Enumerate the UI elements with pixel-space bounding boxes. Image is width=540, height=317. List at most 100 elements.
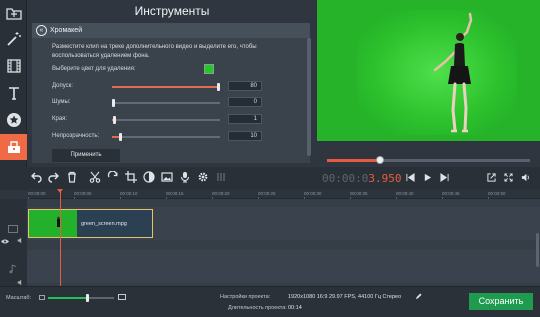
tolerance-value[interactable]: 80: [228, 81, 262, 91]
ruler-time-label: 00:00:25: [258, 191, 276, 196]
noise-slider[interactable]: [111, 99, 220, 107]
opacity-slider-handle[interactable]: [119, 133, 123, 141]
more-tools-button[interactable]: [0, 134, 27, 160]
slideshow-button[interactable]: [160, 170, 174, 184]
tolerance-slider[interactable]: [112, 83, 221, 91]
text-icon: [8, 87, 19, 100]
split-button[interactable]: [88, 170, 102, 184]
noise-label: Шумы:: [52, 99, 71, 105]
tolerance-slider-handle[interactable]: [217, 83, 221, 91]
chroma-key-panel: « Хромакей Разместите клип на треке допо…: [32, 23, 310, 163]
play-icon: [424, 173, 431, 181]
image-icon: [161, 172, 173, 182]
edges-value[interactable]: 1: [228, 114, 262, 124]
key-color-swatch[interactable]: [204, 64, 214, 74]
star-circle-icon: [6, 113, 21, 127]
noise-slider-handle[interactable]: [111, 99, 115, 107]
video-preview[interactable]: [317, 0, 540, 141]
audio-track[interactable]: [27, 250, 540, 283]
noise-value[interactable]: 0: [228, 97, 262, 107]
ruler-time-label: 00:00:45: [442, 191, 460, 196]
panel-scrollbar[interactable]: [307, 38, 311, 156]
project-settings-label: Настройки проекта:: [220, 294, 271, 300]
playback-progress-handle[interactable]: [375, 156, 384, 164]
equalizer-icon: [217, 173, 225, 181]
edges-slider[interactable]: [112, 116, 220, 124]
export-button[interactable]: [485, 171, 497, 183]
panel-description: Разместите клип на треке дополнительного…: [52, 44, 257, 59]
zoom-slider-handle[interactable]: [86, 294, 90, 302]
save-button[interactable]: Сохранить: [469, 293, 533, 310]
delete-button[interactable]: [65, 170, 79, 184]
eye-icon[interactable]: [1, 239, 9, 244]
equalizer-button[interactable]: [214, 170, 228, 184]
panel-title: Инструменты: [134, 4, 210, 18]
previous-frame-button[interactable]: [404, 171, 416, 183]
clip-thumbnail-figure: [57, 216, 60, 227]
magic-wand-icon: [6, 32, 21, 46]
timecode-display: 00:00:03.950: [322, 172, 401, 185]
ruler-time-label: 00:00:50: [488, 191, 506, 196]
zoom-label: Масштаб:: [6, 295, 32, 301]
speaker-icon: [521, 173, 529, 181]
music-note-icon: [9, 264, 17, 274]
color-adjust-button[interactable]: [142, 170, 156, 184]
volume-button[interactable]: [519, 171, 531, 183]
pencil-icon[interactable]: [415, 293, 422, 300]
microphone-icon: [180, 172, 190, 183]
clip-properties-button[interactable]: [196, 170, 210, 184]
zoom-slider[interactable]: [48, 294, 114, 302]
redo-button[interactable]: [47, 170, 61, 184]
zoom-in-icon[interactable]: [118, 294, 126, 300]
ruler-time-label: 00:00:10: [120, 191, 138, 196]
import-tool-button[interactable]: [0, 0, 27, 26]
play-button[interactable]: [421, 171, 433, 183]
ruler-time-label: 00:00:05: [74, 191, 92, 196]
titles-tool-button[interactable]: [0, 80, 27, 106]
undo-icon: [31, 172, 42, 183]
playback-progress[interactable]: [327, 156, 530, 164]
project-duration-label: Длительность проекта:: [228, 305, 287, 311]
apply-button[interactable]: Применить: [52, 149, 120, 162]
video-editor-window: Инструменты « Хромакей Разместите клип н…: [0, 0, 540, 317]
gear-icon: [198, 172, 208, 182]
next-frame-button[interactable]: [438, 171, 450, 183]
fullscreen-button[interactable]: [502, 171, 514, 183]
contrast-icon: [143, 171, 155, 183]
playhead-line[interactable]: [60, 189, 61, 286]
ruler-time-label: 00:00:30: [304, 191, 322, 196]
undo-button[interactable]: [29, 170, 43, 184]
edges-slider-handle[interactable]: [112, 116, 116, 124]
ruler-time-label: 00:00:40: [396, 191, 414, 196]
track-headers: [0, 199, 27, 286]
rotate-icon: [107, 171, 118, 178]
crop-button[interactable]: [124, 170, 138, 184]
opacity-value[interactable]: 10: [228, 131, 262, 141]
timeline-ruler[interactable]: [27, 189, 540, 199]
record-audio-button[interactable]: [178, 170, 192, 184]
playhead-marker[interactable]: [57, 189, 63, 193]
transitions-tool-button[interactable]: [0, 53, 27, 79]
filters-tool-button[interactable]: [0, 26, 27, 52]
stickers-tool-button[interactable]: [0, 107, 27, 133]
ruler-time-label: 00:00:35: [350, 191, 368, 196]
zoom-out-icon[interactable]: [39, 295, 45, 300]
editing-toolbar: [0, 167, 540, 189]
timeline-scrollbar[interactable]: [536, 233, 539, 267]
back-button[interactable]: «: [36, 25, 47, 36]
video-clip[interactable]: green_screen.mpg: [28, 209, 153, 238]
tools-sidebar: [0, 0, 27, 190]
speaker-small-icon[interactable]: [17, 237, 24, 244]
edges-label: Края:: [52, 116, 68, 122]
crop-icon: [125, 171, 137, 183]
tolerance-label: Допуск:: [52, 83, 73, 89]
ruler-time-label: 00:00:20: [212, 191, 230, 196]
dancer-figure: [433, 12, 473, 133]
fullscreen-icon: [503, 172, 513, 182]
speaker-small-icon[interactable]: [17, 279, 24, 286]
rotate-button[interactable]: [106, 170, 120, 184]
skip-forward-icon: [439, 172, 449, 182]
opacity-slider[interactable]: [112, 133, 220, 141]
ruler-time-label: 00:00:15: [166, 191, 184, 196]
trash-icon: [68, 171, 76, 183]
